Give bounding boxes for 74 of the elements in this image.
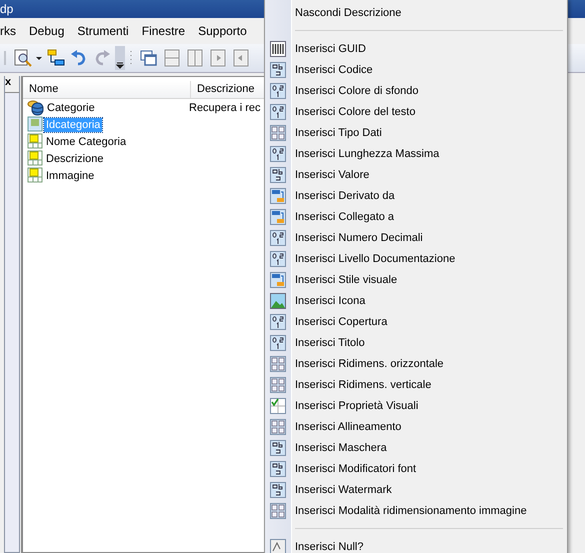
magnifier-icon[interactable] <box>13 48 33 68</box>
menu-item[interactable]: Strumenti <box>77 24 136 38</box>
window-title: dp <box>0 2 14 16</box>
menu-item[interactable]: Inserisci Lunghezza Massima <box>265 143 567 164</box>
menu-item[interactable]: Inserisci Valore <box>265 164 567 185</box>
grid-icon <box>270 124 286 140</box>
menu-item[interactable]: Inserisci Colore del testo <box>265 101 567 122</box>
number-field-icon <box>270 334 286 350</box>
text-field-icon <box>270 62 286 78</box>
link-field-icon <box>270 208 286 224</box>
number-field-icon <box>270 230 286 246</box>
menu-item[interactable]: Inserisci Modificatori font <box>265 458 567 479</box>
menu-item[interactable]: Supporto <box>198 24 254 38</box>
grid-icon <box>270 502 286 518</box>
field-icon <box>27 167 43 184</box>
number-field-icon <box>270 314 286 330</box>
null-field-icon <box>270 538 286 553</box>
text-field-icon <box>270 482 286 498</box>
menu-item[interactable]: Inserisci Codice <box>265 59 567 80</box>
text-field-icon <box>270 460 286 476</box>
column-header[interactable]: Nome <box>23 81 191 98</box>
menu-item[interactable]: Inserisci Watermark <box>265 479 567 500</box>
link-field-icon <box>270 188 286 204</box>
menu-item[interactable]: Inserisci Ridimens. orizzontale <box>265 353 567 374</box>
hierarchy-icon[interactable] <box>46 48 66 68</box>
cascade-windows-icon[interactable] <box>139 48 159 68</box>
text-field-icon <box>270 166 286 182</box>
barcode-icon <box>270 40 286 56</box>
menu-item[interactable]: Nascondi Descrizione <box>265 2 567 23</box>
number-field-icon <box>270 104 286 120</box>
menu-item[interactable]: Debug <box>29 24 72 38</box>
text-field-icon <box>270 440 286 456</box>
menu-item[interactable]: Inserisci Icona <box>265 290 567 311</box>
menu-item[interactable]: Inserisci GUID <box>265 38 567 59</box>
previous-window-icon[interactable] <box>231 48 251 68</box>
menu-item[interactable]: Inserisci Derivato da <box>265 185 567 206</box>
database-icon <box>27 99 44 116</box>
field-icon <box>27 150 43 167</box>
grid-icon <box>270 418 286 434</box>
grid-icon <box>270 356 286 372</box>
table-cell-text: Recupera i rec <box>188 102 261 114</box>
link-field-icon <box>270 272 286 288</box>
menu-item[interactable]: Finestre <box>142 24 192 38</box>
menu-item[interactable]: Inserisci Proprietà Visuali <box>265 395 567 416</box>
menu-item[interactable]: Inserisci Maschera <box>265 437 567 458</box>
number-field-icon <box>270 146 286 162</box>
picture-icon <box>270 292 286 308</box>
tree-item[interactable]: Nome Categoria <box>44 134 186 148</box>
checkmark-grid-icon <box>270 398 286 414</box>
menu-item[interactable]: Inserisci Stile visuale <box>265 269 567 290</box>
field-icon <box>27 133 43 150</box>
tile-vertical-icon[interactable] <box>185 48 205 68</box>
menu-item[interactable]: Inserisci Collegato a <box>265 206 567 227</box>
tree-item[interactable]: Descrizione <box>44 152 186 166</box>
overflow-chevron-icon[interactable] <box>115 46 125 70</box>
menu-item[interactable]: Inserisci Copertura <box>265 311 567 332</box>
menu-item[interactable]: Inserisci Titolo <box>265 332 567 353</box>
next-window-icon[interactable] <box>208 48 228 68</box>
tile-horizontal-icon[interactable] <box>162 48 182 68</box>
menu-item[interactable]: Inserisci Colore di sfondo <box>265 80 567 101</box>
menu-item[interactable]: Inserisci Livello Documentazione <box>265 248 567 269</box>
menu-item[interactable]: Inserisci Tipo Dati <box>265 122 567 143</box>
grid-icon <box>270 376 286 392</box>
tree-item[interactable]: Immagine <box>44 168 186 182</box>
menu-item[interactable]: Inserisci Allineamento <box>265 416 567 437</box>
field-icon <box>27 116 43 133</box>
menu-item[interactable]: Inserisci Numero Decimali <box>265 227 567 248</box>
menu-item[interactable]: Inserisci Modalità ridimensionamento immagine <box>265 500 567 521</box>
number-field-icon <box>270 250 286 266</box>
menu-item[interactable]: Inserisci Null? <box>265 536 567 553</box>
menu-item[interactable]: Inserisci Ridimens. verticale <box>265 374 567 395</box>
tree-item[interactable]: Categorie <box>45 100 187 114</box>
menu-item[interactable]: rks <box>0 24 23 38</box>
number-field-icon <box>270 82 286 98</box>
